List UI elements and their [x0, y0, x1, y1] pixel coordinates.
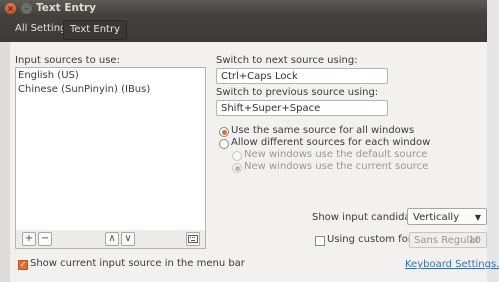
close-icon[interactable]: ×	[5, 3, 16, 14]
title-bar: × – Text Entry	[0, 0, 487, 17]
show-in-menu-label: Show current input source in the menu ba…	[30, 258, 245, 269]
list-item[interactable]: Chinese (SunPinyin) (IBus)	[18, 83, 150, 97]
breadcrumb-text-entry[interactable]: Text Entry	[63, 20, 128, 40]
different-sources-label: Allow different sources for each window	[231, 137, 431, 148]
different-sources-radio[interactable]	[219, 139, 229, 149]
default-source-label: New windows use the default source	[244, 149, 428, 160]
minimize-icon[interactable]: –	[21, 3, 32, 14]
move-up-button[interactable]: ∧	[105, 232, 119, 246]
move-down-button[interactable]: ∨	[121, 232, 135, 246]
keyboard-layout-button[interactable]	[186, 232, 200, 246]
same-source-label: Use the same source for all windows	[231, 125, 415, 136]
default-source-radio[interactable]	[232, 151, 242, 161]
next-source-label: Switch to next source using:	[216, 55, 358, 66]
same-source-radio[interactable]	[219, 127, 229, 137]
custom-font-button[interactable]: Sans Regular 10	[409, 232, 487, 248]
window-title: Text Entry	[36, 2, 97, 14]
input-sources-label: Input sources to use:	[15, 55, 120, 66]
prev-source-label: Switch to previous source using:	[216, 87, 379, 98]
background-window-edge	[0, 0, 10, 282]
current-source-radio[interactable]	[232, 163, 242, 173]
keyboard-settings-link[interactable]: Keyboard Settings...	[405, 259, 499, 270]
list-item[interactable]: English (US)	[18, 69, 79, 83]
show-in-menu-checkbox[interactable]: ✓	[18, 260, 28, 270]
list-toolbar: + − ∧ ∨	[15, 230, 206, 249]
background-window-edge-right	[487, 0, 499, 282]
prev-source-shortcut-field[interactable]: Shift+Super+Space	[216, 100, 388, 116]
candidates-dropdown[interactable]: Vertically ▼	[407, 208, 487, 225]
font-size: 10	[468, 235, 481, 246]
input-sources-list: English (US) Chinese (SunPinyin) (IBus)	[15, 67, 206, 232]
main-content: Input sources to use: English (US) Chine…	[10, 42, 499, 282]
chevron-down-icon: ▼	[474, 213, 481, 222]
toolbar: All Settings Text Entry	[0, 17, 487, 42]
remove-source-button[interactable]: −	[38, 232, 52, 246]
custom-font-checkbox[interactable]	[315, 236, 325, 246]
add-source-button[interactable]: +	[22, 232, 36, 246]
next-source-shortcut-field[interactable]: Ctrl+Caps Lock	[216, 68, 388, 84]
keyboard-icon	[188, 235, 198, 243]
custom-font-label: Using custom font:	[327, 234, 422, 245]
candidates-value: Vertically	[413, 212, 460, 223]
current-source-label: New windows use the current source	[244, 161, 429, 172]
